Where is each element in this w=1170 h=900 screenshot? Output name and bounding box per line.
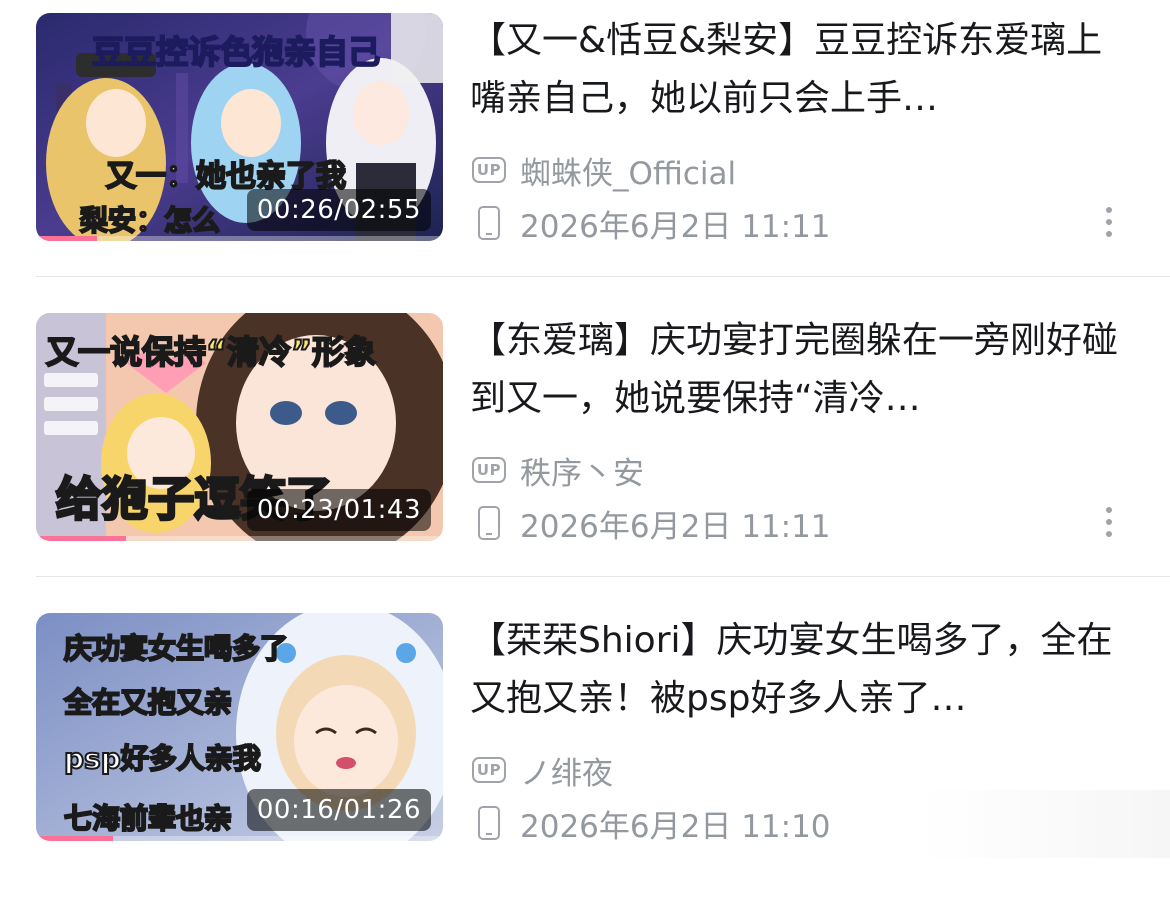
uploader-row[interactable]: UP 秩序丶安 <box>472 448 644 493</box>
date-row: 2026年6月2日 11:11 <box>472 203 831 245</box>
watch-progress-bar <box>36 536 126 541</box>
video-duration: 00:16/01:26 <box>246 789 431 831</box>
video-card[interactable]: 又一说保持“清冷”形象 给狍子逗笑了 00:23/01:43 【东爱璃】庆功宴打… <box>0 300 1170 600</box>
publish-date: 2026年6月2日 11:10 <box>520 808 831 845</box>
up-badge-icon: UP <box>472 157 506 183</box>
more-vertical-icon[interactable] <box>1102 507 1116 537</box>
up-badge-icon: UP <box>472 757 506 783</box>
more-vertical-icon[interactable] <box>1102 207 1116 237</box>
uploader-row[interactable]: UP 蜘蛛侠_Official <box>472 148 736 193</box>
thumbnail-caption: 豆豆控诉色狍亲自己 <box>91 32 381 72</box>
video-duration: 00:23/01:43 <box>246 489 431 531</box>
watch-progress-bar <box>36 236 98 241</box>
publish-date: 2026年6月2日 11:11 <box>520 208 831 245</box>
video-title[interactable]: 【栞栞Shiori】庆功宴女生喝多了，全在又抱又亲！被psp好多人亲了… <box>470 612 1130 728</box>
thumbnail-caption: 梨安：怎么 <box>79 203 221 238</box>
uploader-row[interactable]: UP ノ绯夜 <box>472 748 613 793</box>
bottom-right-fade <box>920 790 1170 858</box>
watch-progress-bar <box>36 836 114 841</box>
thumbnail-caption: 七海前辈也亲 <box>63 801 233 836</box>
phone-icon <box>478 206 500 240</box>
date-row: 2026年6月2日 11:11 <box>472 503 831 545</box>
thumbnail-caption: 又一说保持“清冷”形象 <box>45 332 377 372</box>
phone-icon <box>478 806 500 840</box>
video-title[interactable]: 【又一&恬豆&梨安】豆豆控诉东爱璃上嘴亲自己，她以前只会上手… <box>470 12 1130 128</box>
up-badge-icon: UP <box>472 457 506 483</box>
date-row: 2026年6月2日 11:10 <box>472 803 831 845</box>
thumbnail-caption: psp好多人亲我 <box>63 741 262 776</box>
uploader-name[interactable]: ノ绯夜 <box>520 748 613 793</box>
uploader-name[interactable]: 蜘蛛侠_Official <box>520 148 736 193</box>
divider <box>36 576 1170 577</box>
video-title[interactable]: 【东爱璃】庆功宴打完圈躲在一旁刚好碰到又一，她说要保持“清冷… <box>470 312 1130 428</box>
thumbnail-caption: 全在又抱又亲 <box>63 685 233 720</box>
thumbnail-caption: 庆功宴女生喝多了 <box>63 631 289 666</box>
progress-track <box>36 236 443 241</box>
video-thumbnail[interactable]: 庆功宴女生喝多了 全在又抱又亲 psp好多人亲我 七海前辈也亲 00:16/01… <box>36 613 443 841</box>
video-card[interactable]: 豆豆控诉色狍亲自己 又一：她也亲了我 梨安：怎么 00:26/02:55 【又一… <box>0 0 1170 300</box>
publish-date: 2026年6月2日 11:11 <box>520 508 831 545</box>
video-thumbnail[interactable]: 豆豆控诉色狍亲自己 又一：她也亲了我 梨安：怎么 00:26/02:55 <box>36 13 443 241</box>
video-thumbnail[interactable]: 又一说保持“清冷”形象 给狍子逗笑了 00:23/01:43 <box>36 313 443 541</box>
phone-icon <box>478 506 500 540</box>
uploader-name[interactable]: 秩序丶安 <box>520 448 644 493</box>
video-duration: 00:26/02:55 <box>246 189 431 231</box>
divider <box>36 276 1170 277</box>
